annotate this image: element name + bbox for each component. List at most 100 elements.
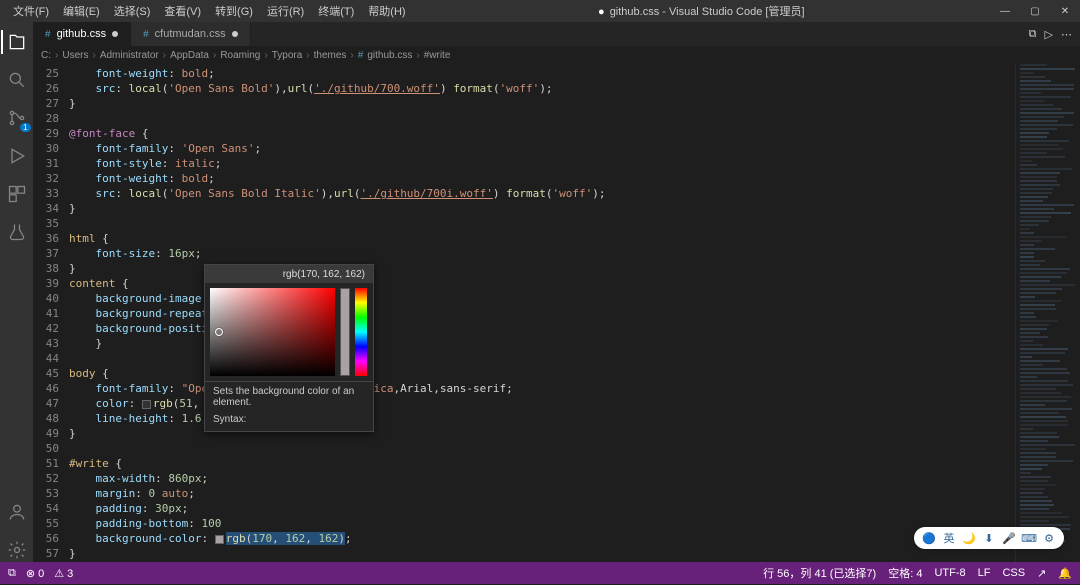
color-picker-description: Sets the background color of an element. bbox=[205, 381, 373, 412]
cursor-position[interactable]: 行 56，列 41 (已选择7) bbox=[763, 565, 876, 581]
code-line[interactable]: padding-bottom: 100 bbox=[69, 516, 1015, 531]
minimap[interactable] bbox=[1015, 64, 1080, 562]
tab-bar: # github.css # cfutmudan.css ⧉ ▷ ⋯ bbox=[33, 22, 1080, 46]
line-number: 46 bbox=[33, 381, 59, 396]
menu-view[interactable]: 查看(V) bbox=[157, 1, 208, 21]
code-line[interactable]: html { bbox=[69, 231, 1015, 246]
line-number: 43 bbox=[33, 336, 59, 351]
status-right: 行 56，列 41 (已选择7) 空格: 4 UTF-8 LF CSS ↗ 🔔 bbox=[763, 565, 1072, 581]
code-line[interactable]: font-weight: bold; bbox=[69, 171, 1015, 186]
bc-segment[interactable]: Typora bbox=[272, 50, 303, 61]
line-number: 27 bbox=[33, 96, 59, 111]
menu-help[interactable]: 帮助(H) bbox=[361, 1, 412, 21]
bc-segment[interactable]: C: bbox=[41, 50, 51, 61]
code-line[interactable]: @font-face { bbox=[69, 126, 1015, 141]
warnings-count[interactable]: ⚠ 3 bbox=[54, 567, 73, 580]
bc-segment[interactable]: Users bbox=[62, 50, 88, 61]
code-line[interactable]: src: local('Open Sans Bold'),url('./gith… bbox=[69, 81, 1015, 96]
menu-terminal[interactable]: 终端(T) bbox=[311, 1, 361, 21]
code-line[interactable] bbox=[69, 561, 1015, 562]
code-line[interactable]: padding: 30px; bbox=[69, 501, 1015, 516]
bc-segment[interactable]: Roaming bbox=[220, 50, 260, 61]
css-file-icon: # bbox=[358, 50, 364, 61]
code-line[interactable] bbox=[69, 111, 1015, 126]
bc-segment[interactable]: github.css bbox=[367, 50, 412, 61]
line-number: 36 bbox=[33, 231, 59, 246]
language-mode[interactable]: CSS bbox=[1002, 567, 1025, 579]
bc-symbol[interactable]: #write bbox=[424, 50, 451, 61]
extensions-icon[interactable] bbox=[5, 182, 29, 206]
ime-settings-icon[interactable]: ⚙ bbox=[1042, 531, 1056, 545]
errors-count[interactable]: ⊗ 0 bbox=[26, 567, 44, 580]
ime-moon-icon[interactable]: 🌙 bbox=[962, 531, 976, 545]
hue-slider[interactable] bbox=[355, 288, 367, 376]
line-number: 51 bbox=[33, 456, 59, 471]
code-line[interactable] bbox=[69, 216, 1015, 231]
search-icon[interactable] bbox=[5, 68, 29, 92]
code-line[interactable]: #write { bbox=[69, 456, 1015, 471]
menu-go[interactable]: 转到(G) bbox=[208, 1, 260, 21]
eol[interactable]: LF bbox=[978, 567, 991, 579]
ime-keyboard-icon[interactable]: ⌨ bbox=[1022, 531, 1036, 545]
line-number: 54 bbox=[33, 501, 59, 516]
code-line[interactable]: background-color: rgb(170, 162, 162); bbox=[69, 531, 1015, 546]
settings-icon[interactable] bbox=[5, 538, 29, 562]
run-icon[interactable]: ▷ bbox=[1045, 28, 1053, 41]
bc-segment[interactable]: AppData bbox=[170, 50, 209, 61]
remote-indicator[interactable]: ⧉ bbox=[8, 567, 16, 580]
menu-run[interactable]: 运行(R) bbox=[260, 1, 311, 21]
line-number: 49 bbox=[33, 426, 59, 441]
code-line[interactable]: margin: 0 auto; bbox=[69, 486, 1015, 501]
indentation[interactable]: 空格: 4 bbox=[888, 565, 922, 581]
code-editor[interactable]: 2526272829303132333435363738394041424344… bbox=[33, 64, 1080, 562]
feedback-icon[interactable]: ↗ bbox=[1037, 567, 1046, 580]
bc-segment[interactable]: themes bbox=[314, 50, 347, 61]
line-number-gutter: 2526272829303132333435363738394041424344… bbox=[33, 64, 69, 562]
code-line[interactable] bbox=[69, 441, 1015, 456]
minimize-button[interactable]: — bbox=[990, 0, 1020, 22]
notifications-icon[interactable]: 🔔 bbox=[1058, 567, 1072, 580]
color-cursor[interactable] bbox=[215, 328, 223, 336]
code-line[interactable]: font-size: 16px; bbox=[69, 246, 1015, 261]
menu-edit[interactable]: 编辑(E) bbox=[56, 1, 107, 21]
line-number: 42 bbox=[33, 321, 59, 336]
menu-selection[interactable]: 选择(S) bbox=[107, 1, 158, 21]
compare-icon[interactable]: ⧉ bbox=[1029, 28, 1037, 41]
code-line[interactable]: } bbox=[69, 201, 1015, 216]
code-line[interactable]: max-width: 860px; bbox=[69, 471, 1015, 486]
line-number: 31 bbox=[33, 156, 59, 171]
line-number: 41 bbox=[33, 306, 59, 321]
source-control-icon[interactable]: 1 bbox=[5, 106, 29, 130]
ime-lang-button[interactable]: 英 bbox=[942, 531, 956, 545]
color-picker-header[interactable]: rgb(170, 162, 162) bbox=[205, 265, 373, 283]
breadcrumb[interactable]: C:› Users› Administrator› AppData› Roami… bbox=[33, 46, 1080, 64]
maximize-button[interactable]: ▢ bbox=[1020, 0, 1050, 22]
code-line[interactable]: } bbox=[69, 96, 1015, 111]
more-icon[interactable]: ⋯ bbox=[1061, 28, 1072, 41]
explorer-icon[interactable] bbox=[5, 30, 29, 54]
code-line[interactable]: src: local('Open Sans Bold Italic'),url(… bbox=[69, 186, 1015, 201]
saturation-panel[interactable] bbox=[210, 288, 335, 376]
tab-github-css[interactable]: # github.css bbox=[33, 22, 131, 46]
line-number: 53 bbox=[33, 486, 59, 501]
run-debug-icon[interactable] bbox=[5, 144, 29, 168]
line-number: 40 bbox=[33, 291, 59, 306]
ime-mic-icon[interactable]: 🎤 bbox=[1002, 531, 1016, 545]
testing-icon[interactable] bbox=[5, 220, 29, 244]
line-number: 58 bbox=[33, 561, 59, 562]
menu-file[interactable]: 文件(F) bbox=[6, 1, 56, 21]
ime-toolbar[interactable]: 🔵 英 🌙 ⬇ 🎤 ⌨ ⚙ bbox=[914, 527, 1064, 549]
tab-cfutmudan-css[interactable]: # cfutmudan.css bbox=[131, 22, 250, 46]
accounts-icon[interactable] bbox=[5, 500, 29, 524]
ime-logo-icon[interactable]: 🔵 bbox=[922, 531, 936, 545]
code-line[interactable]: font-style: italic; bbox=[69, 156, 1015, 171]
encoding[interactable]: UTF-8 bbox=[934, 567, 965, 579]
menu-bar: 文件(F) 编辑(E) 选择(S) 查看(V) 转到(G) 运行(R) 终端(T… bbox=[0, 1, 413, 21]
code-line[interactable]: } bbox=[69, 546, 1015, 561]
modified-dot-icon: ● bbox=[598, 6, 605, 18]
code-line[interactable]: font-weight: bold; bbox=[69, 66, 1015, 81]
code-line[interactable]: font-family: 'Open Sans'; bbox=[69, 141, 1015, 156]
ime-download-icon[interactable]: ⬇ bbox=[982, 531, 996, 545]
close-button[interactable]: ✕ bbox=[1050, 0, 1080, 22]
bc-segment[interactable]: Administrator bbox=[100, 50, 159, 61]
